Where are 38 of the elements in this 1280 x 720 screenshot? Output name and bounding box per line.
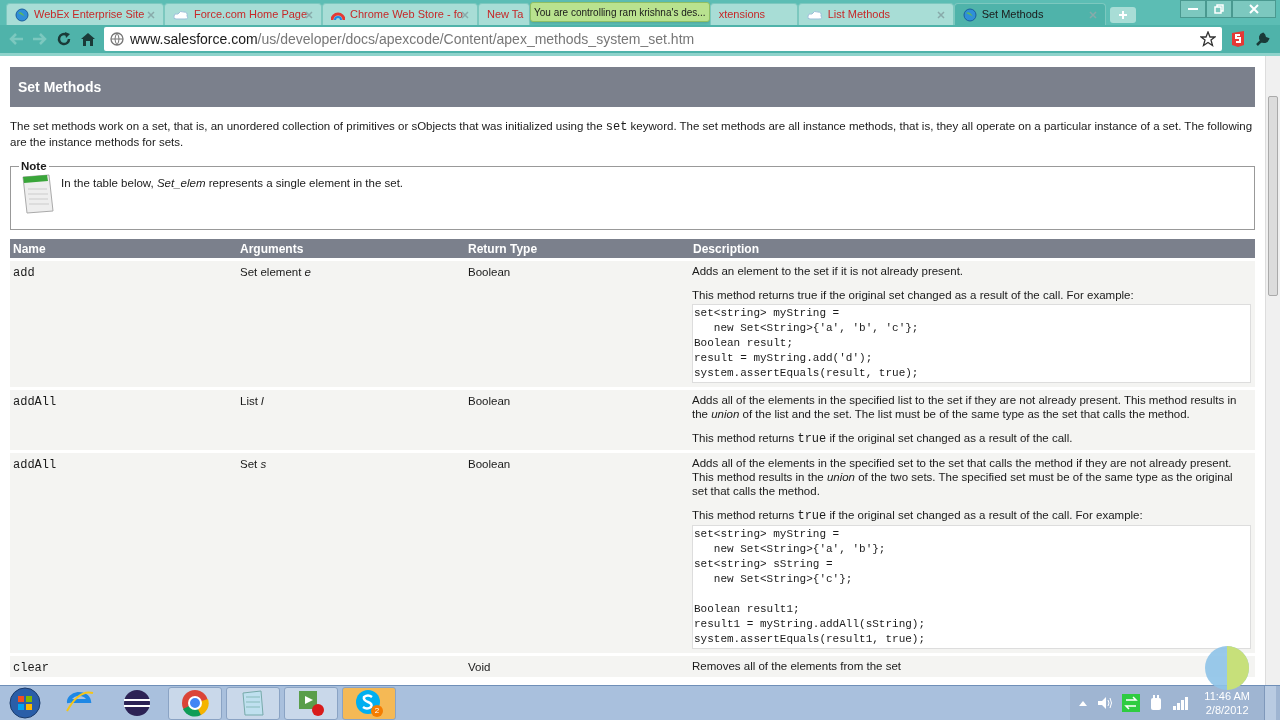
browser-tab[interactable]: Force.com Home Page (164, 3, 322, 25)
browser-tab[interactable]: List Methods (797, 3, 954, 25)
argument-text: Set element e (240, 266, 311, 279)
address-bar[interactable]: www.salesforce.com/us/developer/docs/apexcode/Content/apex_methods_system_set.htm (104, 27, 1222, 51)
return-type: Boolean (468, 266, 511, 279)
notification-tooltip: You are controlling ram krishna's des... (530, 2, 710, 22)
browser-tab[interactable]: xtensions (709, 3, 798, 25)
taskbar-button[interactable]: 2 (342, 686, 396, 720)
argument-text: List l (240, 395, 264, 408)
method-name: clear (13, 661, 49, 676)
return-type: Void (468, 661, 491, 674)
description-text: Adds all of the elements in the specified set to the set that calls the method if they are not already present. This method results in the union of the two sets. The specified set must be of the same type as the original set that calls the method. (692, 456, 1234, 499)
browser-tab[interactable]: New Ta (478, 3, 530, 25)
column-header: Arguments (239, 240, 305, 258)
argument-text: Set s (240, 458, 267, 471)
intro-paragraph: The set methods work on a set, that is, an unordered collection of primitives or sObjects that was initialized using the set keyword. The set methods are all instance methods, that is, they all operate on a particular instance of a set. The following are the instance methods for sets. (10, 119, 1254, 150)
page-title: Set Methods (18, 77, 102, 97)
description-text: This method returns true if the original set changed as a result of the call. For example: (692, 288, 1135, 303)
browser-tab[interactable]: WebEx Enterprise Site (6, 3, 164, 25)
description-text: Adds an element to the set if it is not already present. (692, 264, 965, 279)
method-name: addAll (13, 395, 57, 410)
method-name: addAll (13, 458, 57, 473)
column-header: Name (12, 240, 47, 258)
return-type: Boolean (468, 395, 511, 408)
description-text: Adds all of the elements in the specified list to the set if they are not already present. This method results in the union of the list and the set. The list must be of the same type as the set that calls the method. (692, 393, 1238, 422)
browser-tab[interactable]: Set Methods (953, 3, 1106, 25)
column-header: Description (692, 240, 760, 258)
description-text: Removes all of the elements from the set (692, 659, 902, 674)
browser-tab[interactable]: Chrome Web Store - fo (322, 3, 478, 25)
code-block: set<string> myString = new Set<String>{'a', 'b'}; set<string> sString = new Set<String>{'c'}; Boolean result1; result1 = myString.addAll(sString); system.assertEquals(result1, true); (692, 525, 1251, 650)
method-name: add (13, 266, 35, 281)
note-legend: Note (19, 158, 49, 176)
description-text: This method returns true if the original set changed as a result of the call. (692, 431, 1074, 447)
column-header: Return Type (467, 240, 539, 258)
note-text: In the table below, Set_elem represents a single element in the set. (61, 176, 404, 192)
description-text: This method returns true if the original set changed as a result of the call. For example: (692, 508, 1144, 524)
return-type: Boolean (468, 458, 511, 471)
code-block: set<string> myString = new Set<String>{'a', 'b', 'c'}; Boolean result; result = myString.add('d'); system.assertEquals(result, true); (692, 304, 1251, 384)
